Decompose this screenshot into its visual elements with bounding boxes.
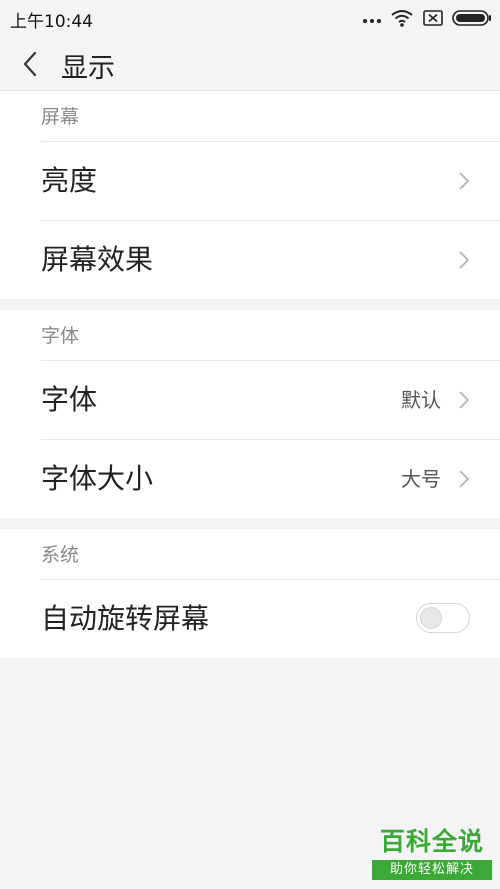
wifi-icon bbox=[391, 10, 413, 27]
row-auto-rotate: 自动旋转屏幕 bbox=[41, 579, 500, 658]
row-label: 字体大小 bbox=[41, 462, 154, 495]
row-font[interactable]: 字体 默认 bbox=[41, 360, 500, 439]
section-title-screen: 屏幕 bbox=[41, 106, 80, 128]
section-title-system: 系统 bbox=[41, 544, 80, 566]
status-bar: 上午10:44 bbox=[0, 0, 500, 36]
section-font: 字体 字体 默认 字体大小 大号 bbox=[0, 310, 500, 518]
auto-rotate-toggle[interactable] bbox=[416, 603, 470, 633]
sim-none-icon bbox=[423, 10, 443, 26]
row-label: 自动旋转屏幕 bbox=[41, 602, 210, 635]
section-system: 系统 自动旋转屏幕 bbox=[0, 529, 500, 658]
row-value: 大号 bbox=[401, 467, 441, 491]
row-label: 亮度 bbox=[41, 164, 98, 197]
watermark-logo: 百科全说 助你轻松解决 bbox=[372, 827, 492, 883]
section-screen: 屏幕 亮度 屏幕效果 bbox=[0, 91, 500, 299]
status-icons bbox=[363, 8, 492, 28]
status-time: 上午10:44 bbox=[10, 12, 93, 32]
row-label: 字体 bbox=[41, 383, 98, 416]
row-value: 默认 bbox=[401, 388, 441, 412]
toggle-knob bbox=[420, 607, 442, 629]
row-label: 屏幕效果 bbox=[41, 243, 154, 276]
row-brightness[interactable]: 亮度 bbox=[41, 141, 500, 220]
watermark-subtitle: 助你轻松解决 bbox=[372, 860, 492, 880]
row-font-size[interactable]: 字体大小 大号 bbox=[41, 439, 500, 518]
watermark-title: 百科全说 bbox=[379, 827, 484, 856]
page-title: 显示 bbox=[61, 53, 115, 84]
more-dots-icon bbox=[363, 19, 381, 23]
chevron-right-icon bbox=[459, 470, 470, 488]
chevron-left-icon bbox=[23, 51, 37, 77]
chevron-right-icon bbox=[459, 172, 470, 190]
title-bar: 显示 bbox=[0, 36, 500, 91]
chevron-right-icon bbox=[459, 251, 470, 269]
battery-icon bbox=[452, 10, 491, 26]
row-screen-effect[interactable]: 屏幕效果 bbox=[41, 220, 500, 299]
section-title-font: 字体 bbox=[41, 325, 80, 347]
chevron-right-icon bbox=[459, 391, 470, 409]
back-button[interactable] bbox=[14, 48, 46, 80]
